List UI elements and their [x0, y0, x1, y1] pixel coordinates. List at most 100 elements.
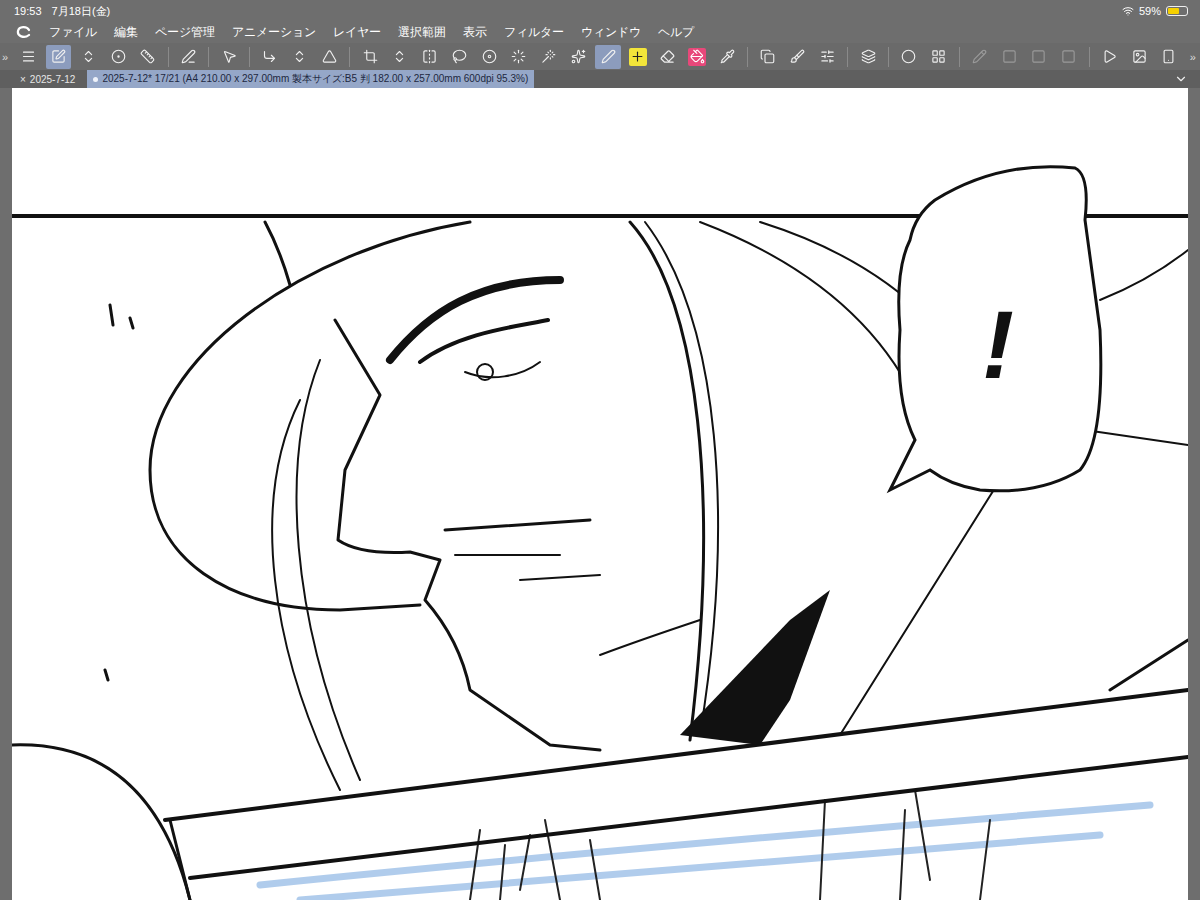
- tool-button[interactable]: [1156, 45, 1182, 69]
- tool-button[interactable]: [1056, 45, 1082, 69]
- tool-button[interactable]: [216, 45, 242, 69]
- menu-item[interactable]: アニメーション: [232, 24, 316, 41]
- manga-artwork: !: [12, 88, 1188, 900]
- toolbar-separator: [747, 47, 748, 67]
- document-tab[interactable]: 2025-7-12* 17/21 (A4 210.00 x 297.00mm 製…: [87, 70, 534, 88]
- tool-button[interactable]: [595, 45, 621, 69]
- tool-icon: [21, 49, 36, 64]
- tool-icon: [1031, 49, 1046, 64]
- menu-item[interactable]: ページ管理: [155, 24, 215, 41]
- tool-icon: [292, 49, 307, 64]
- menu-item[interactable]: 表示: [463, 24, 487, 41]
- toolbar: »»: [0, 43, 1200, 70]
- toolbar-separator: [1089, 47, 1090, 67]
- tool-button[interactable]: [1126, 45, 1152, 69]
- tool-button[interactable]: [317, 45, 343, 69]
- tool-button[interactable]: [387, 45, 413, 69]
- tool-button[interactable]: [16, 45, 42, 69]
- tab-row: ×2025-7-12 2025-7-12* 17/21 (A4 210.00 x …: [0, 70, 1200, 88]
- tool-button[interactable]: [417, 45, 443, 69]
- tool-button[interactable]: [1097, 45, 1123, 69]
- tool-icon: [690, 49, 705, 64]
- menu-item[interactable]: レイヤー: [333, 24, 381, 41]
- toolbar-separator: [208, 47, 209, 67]
- tool-icon: [482, 49, 497, 64]
- canvas-area: !: [0, 88, 1200, 900]
- panel-toggle[interactable]: »: [2, 51, 12, 63]
- tool-button[interactable]: [815, 45, 841, 69]
- tool-button[interactable]: [105, 45, 131, 69]
- time: 19:53: [14, 5, 42, 17]
- tab-close[interactable]: ×: [20, 74, 26, 85]
- speech-bubble-text: !: [982, 291, 1014, 398]
- tool-icon: [760, 49, 775, 64]
- canvas-page[interactable]: !: [12, 88, 1188, 900]
- tool-button[interactable]: [967, 45, 993, 69]
- toolbar-separator: [349, 47, 350, 67]
- menu-item[interactable]: ファイル: [49, 24, 97, 41]
- document-tab[interactable]: ×2025-7-12: [14, 70, 81, 88]
- tool-button[interactable]: [476, 45, 502, 69]
- clip-studio-logo-icon[interactable]: [16, 26, 32, 40]
- tool-button[interactable]: [685, 45, 711, 69]
- tool-icon: [1002, 49, 1017, 64]
- tool-icon: [861, 49, 876, 64]
- status-bar: 19:537月18日(金)59%: [0, 0, 1200, 22]
- tool-button[interactable]: [926, 45, 952, 69]
- tool-icon: [81, 49, 96, 64]
- battery-icon: [1166, 6, 1188, 16]
- tool-icon: [511, 49, 526, 64]
- tool-icon: [1132, 49, 1147, 64]
- menu-item[interactable]: 選択範囲: [398, 24, 446, 41]
- menu-item[interactable]: フィルター: [504, 24, 564, 41]
- menu-item[interactable]: ヘルプ: [658, 24, 694, 41]
- tool-button[interactable]: [855, 45, 881, 69]
- tool-button[interactable]: [896, 45, 922, 69]
- tool-icon: [1061, 49, 1076, 64]
- tool-button[interactable]: [1026, 45, 1052, 69]
- tool-button[interactable]: [176, 45, 202, 69]
- tool-button[interactable]: [287, 45, 313, 69]
- tool-button[interactable]: [785, 45, 811, 69]
- tool-button[interactable]: [714, 45, 740, 69]
- tool-button[interactable]: [506, 45, 532, 69]
- toolbar-separator: [888, 47, 889, 67]
- tool-icon: [1102, 49, 1117, 64]
- speech-bubble: [890, 167, 1101, 491]
- tool-button[interactable]: [257, 45, 283, 69]
- menu-item[interactable]: ウィンドウ: [581, 24, 641, 41]
- tool-icon: [931, 49, 946, 64]
- tool-button[interactable]: [135, 45, 161, 69]
- tool-icon: [972, 49, 987, 64]
- tool-icon: [363, 49, 378, 64]
- tool-button[interactable]: [655, 45, 681, 69]
- tool-icon: [790, 49, 805, 64]
- tool-icon: [820, 49, 835, 64]
- tool-button[interactable]: [75, 45, 101, 69]
- toolbar-separator: [847, 47, 848, 67]
- tool-icon: [322, 49, 337, 64]
- tool-icon: [901, 49, 916, 64]
- wifi-icon: [1122, 5, 1134, 17]
- tab-list-chevron-icon[interactable]: [1174, 72, 1188, 86]
- tool-icon: [262, 49, 277, 64]
- tool-button[interactable]: [996, 45, 1022, 69]
- tool-button[interactable]: [536, 45, 562, 69]
- tool-button[interactable]: [447, 45, 473, 69]
- tool-button[interactable]: [625, 45, 651, 69]
- tool-icon: [222, 49, 237, 64]
- toolbar-separator: [959, 47, 960, 67]
- panel-toggle[interactable]: »: [1190, 51, 1200, 63]
- toolbar-separator: [168, 47, 169, 67]
- tool-button[interactable]: [46, 45, 72, 69]
- tool-button[interactable]: [357, 45, 383, 69]
- tool-icon: [140, 49, 155, 64]
- menu-item[interactable]: 編集: [114, 24, 138, 41]
- toolbar-separator: [249, 47, 250, 67]
- battery-percent: 59%: [1139, 5, 1161, 17]
- tool-button[interactable]: [755, 45, 781, 69]
- tool-icon: [392, 49, 407, 64]
- tool-icon: [720, 49, 735, 64]
- tool-button[interactable]: [566, 45, 592, 69]
- tool-icon: [422, 49, 437, 64]
